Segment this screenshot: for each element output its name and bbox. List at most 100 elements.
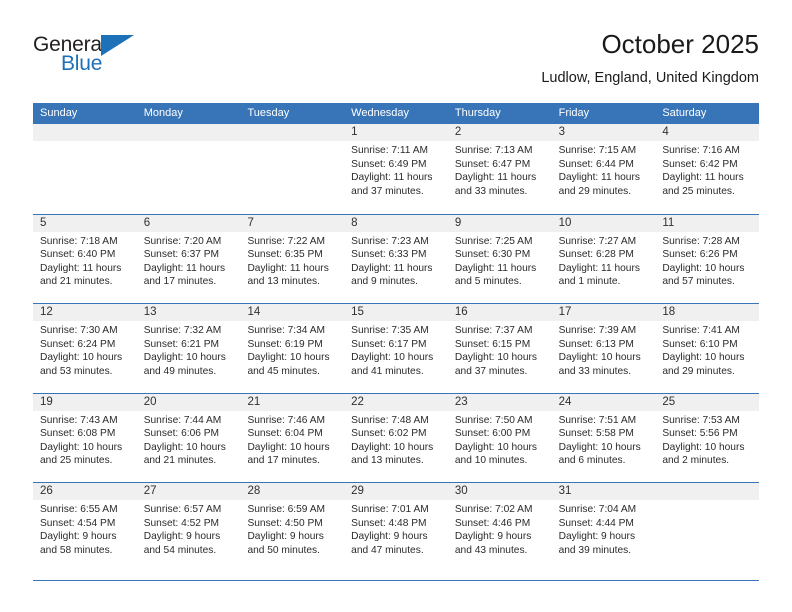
day-detail-line: and 13 minutes. xyxy=(247,276,320,288)
day-detail-line: and 25 minutes. xyxy=(40,455,113,467)
weekday-header-wednesday: Wednesday xyxy=(351,107,410,119)
day-detail-line: Sunrise: 7:46 AM xyxy=(247,414,326,426)
logo-text-blue: Blue xyxy=(61,52,103,75)
day-details: Sunrise: 7:15 AM Sunset: 6:44 PM Daylight:… xyxy=(552,141,656,198)
day-detail-line: Sunset: 6:19 PM xyxy=(247,338,323,350)
day-number: 18 xyxy=(655,304,760,321)
day-number: 10 xyxy=(551,214,656,232)
day-cell[interactable]: 16 Sunrise: 7:37 AM Sunset: 6:15 PM Dayligh… xyxy=(447,304,552,393)
weekday-header-tuesday: Tuesday xyxy=(247,107,290,119)
day-cell[interactable]: 23 Sunrise: 7:50 AM Sunset: 6:00 PM Dayligh… xyxy=(447,393,552,483)
day-cell[interactable]: 14 Sunrise: 7:34 AM Sunset: 6:19 PM Dayligh… xyxy=(240,304,345,393)
day-cell[interactable]: 20 Sunrise: 7:44 AM Sunset: 6:06 PM Dayligh… xyxy=(136,393,241,483)
day-number xyxy=(655,483,760,500)
day-cell[interactable]: 30 Sunrise: 7:02 AM Sunset: 4:46 PM Dayligh… xyxy=(447,483,552,572)
day-details: Sunrise: 7:28 AM Sunset: 6:26 PM Daylight:… xyxy=(655,232,759,289)
day-detail-line: Sunrise: 7:28 AM xyxy=(662,235,740,247)
day-detail-line: Sunset: 6:40 PM xyxy=(40,249,116,261)
day-cell[interactable]: 8 Sunrise: 7:23 AM Sunset: 6:33 PM Daylight… xyxy=(344,214,448,304)
day-cell[interactable]: 26 Sunrise: 6:55 AM Sunset: 4:54 PM Dayligh… xyxy=(33,483,137,572)
day-detail-line: Daylight: 10 hours xyxy=(662,352,745,364)
day-number: 11 xyxy=(655,214,760,232)
day-cell[interactable]: 31 Sunrise: 7:04 AM Sunset: 4:44 PM Dayligh… xyxy=(551,483,656,572)
day-detail-line: and 17 minutes. xyxy=(143,276,217,288)
weekday-header-row: Sunday Monday Tuesday Wednesday Thursday Frid… xyxy=(33,103,759,124)
day-detail-line: Sunrise: 7:37 AM xyxy=(454,325,533,336)
day-detail-line: Sunrise: 7:41 AM xyxy=(662,325,740,336)
day-detail-line: Daylight: 10 hours xyxy=(143,441,226,453)
day-detail-line: and 37 minutes. xyxy=(351,185,424,197)
day-number xyxy=(33,124,137,141)
day-detail-line: Sunrise: 7:30 AM xyxy=(40,325,118,336)
day-cell[interactable]: 5 Sunrise: 7:18 AM Sunset: 6:40 PM Daylight… xyxy=(33,214,137,304)
day-cell[interactable]: 24 Sunrise: 7:51 AM Sunset: 5:58 PM Dayligh… xyxy=(551,393,656,483)
day-cell[interactable]: 12 Sunrise: 7:30 AM Sunset: 6:24 PM Dayligh… xyxy=(33,304,137,393)
day-cell[interactable]: 2 Sunrise: 7:13 AM Sunset: 6:47 PM Daylight… xyxy=(447,124,552,214)
day-cell[interactable]: 10 Sunrise: 7:27 AM Sunset: 6:28 PM Dayligh… xyxy=(551,214,656,304)
day-cell[interactable]: 9 Sunrise: 7:25 AM Sunset: 6:30 PM Daylight… xyxy=(447,214,552,304)
day-number: 26 xyxy=(33,483,137,500)
day-cell[interactable]: 28 Sunrise: 6:59 AM Sunset: 4:50 PM Dayligh… xyxy=(240,483,345,572)
day-number: 4 xyxy=(655,124,760,141)
day-detail-line: Sunrise: 7:27 AM xyxy=(558,235,637,247)
day-cell[interactable]: 17 Sunrise: 7:39 AM Sunset: 6:13 PM Dayligh… xyxy=(551,304,656,393)
day-number: 7 xyxy=(240,214,345,232)
day-cell[interactable]: 13 Sunrise: 7:32 AM Sunset: 6:21 PM Dayligh… xyxy=(136,304,241,393)
day-cell[interactable]: 15 Sunrise: 7:35 AM Sunset: 6:17 PM Dayligh… xyxy=(344,304,448,393)
day-detail-line: Sunrise: 6:55 AM xyxy=(40,504,118,515)
day-detail-line: and 6 minutes. xyxy=(558,455,626,467)
day-number: 28 xyxy=(240,483,345,500)
day-cell[interactable]: 6 Sunrise: 7:20 AM Sunset: 6:37 PM Daylight… xyxy=(136,214,241,304)
day-details: Sunrise: 6:59 AM Sunset: 4:50 PM Daylight:… xyxy=(240,500,344,557)
day-number: 6 xyxy=(136,214,241,232)
day-detail-line: and 47 minutes. xyxy=(351,544,424,556)
day-detail-line: Sunset: 4:46 PM xyxy=(454,517,531,529)
day-details xyxy=(137,141,241,144)
day-number: 8 xyxy=(344,214,448,232)
day-detail-line: Sunrise: 7:32 AM xyxy=(143,325,222,336)
day-cell[interactable]: 11 Sunrise: 7:28 AM Sunset: 6:26 PM Dayligh… xyxy=(655,214,760,304)
day-details: Sunrise: 6:55 AM Sunset: 4:54 PM Daylight:… xyxy=(33,500,137,557)
day-cell[interactable]: 25 Sunrise: 7:53 AM Sunset: 5:56 PM Dayligh… xyxy=(655,393,760,483)
day-cell[interactable]: 19 Sunrise: 7:43 AM Sunset: 6:08 PM Dayligh… xyxy=(33,393,137,483)
day-detail-line: Sunset: 6:49 PM xyxy=(351,158,427,170)
day-detail-line: Sunrise: 7:11 AM xyxy=(351,145,428,156)
day-details: Sunrise: 7:41 AM Sunset: 6:10 PM Daylight:… xyxy=(655,321,759,378)
day-detail-line: Daylight: 11 hours xyxy=(662,172,744,184)
calendar-week-row: 19 Sunrise: 7:43 AM Sunset: 6:08 PM Dayligh… xyxy=(33,392,760,483)
day-cell[interactable]: 3 Sunrise: 7:15 AM Sunset: 6:44 PM Daylight… xyxy=(551,124,656,214)
day-detail-line: Sunrise: 7:15 AM xyxy=(558,145,637,156)
day-detail-line: Daylight: 11 hours xyxy=(558,172,640,184)
day-detail-line: Sunrise: 7:16 AM xyxy=(662,145,740,156)
day-cell[interactable]: 22 Sunrise: 7:48 AM Sunset: 6:02 PM Dayligh… xyxy=(344,393,448,483)
day-detail-line: Sunrise: 7:48 AM xyxy=(351,414,429,426)
day-number: 3 xyxy=(551,124,656,141)
day-detail-line: Sunrise: 6:57 AM xyxy=(143,504,222,515)
day-cell[interactable]: 27 Sunrise: 6:57 AM Sunset: 4:52 PM Dayligh… xyxy=(136,483,241,572)
day-cell-empty xyxy=(136,124,241,214)
day-number: 21 xyxy=(240,393,345,411)
day-number: 5 xyxy=(33,214,137,232)
day-cell[interactable]: 29 Sunrise: 7:01 AM Sunset: 4:48 PM Dayligh… xyxy=(344,483,448,572)
day-cell[interactable]: 21 Sunrise: 7:46 AM Sunset: 6:04 PM Dayligh… xyxy=(240,393,345,483)
day-details: Sunrise: 7:44 AM Sunset: 6:06 PM Daylight:… xyxy=(137,411,241,468)
day-details: Sunrise: 7:32 AM Sunset: 6:21 PM Daylight:… xyxy=(137,321,241,378)
day-detail-line: Sunset: 6:21 PM xyxy=(143,338,220,350)
day-detail-line: Sunrise: 7:13 AM xyxy=(454,145,533,156)
day-details: Sunrise: 7:27 AM Sunset: 6:28 PM Daylight:… xyxy=(552,232,656,289)
day-number: 2 xyxy=(447,124,552,141)
day-detail-line: Sunset: 4:48 PM xyxy=(351,517,427,529)
day-cell[interactable]: 18 Sunrise: 7:41 AM Sunset: 6:10 PM Dayligh… xyxy=(655,304,760,393)
day-number: 12 xyxy=(33,304,137,321)
calendar-weeks: 1 Sunrise: 7:11 AM Sunset: 6:49 PM Daylight… xyxy=(33,124,760,572)
title-block: October 2025 Ludlow, England, United Kin… xyxy=(541,28,759,88)
day-cell[interactable]: 1 Sunrise: 7:11 AM Sunset: 6:49 PM Daylight… xyxy=(344,124,448,214)
day-detail-line: Sunset: 6:24 PM xyxy=(40,338,116,350)
day-cell[interactable]: 7 Sunrise: 7:22 AM Sunset: 6:35 PM Daylight… xyxy=(240,214,345,304)
day-details: Sunrise: 7:39 AM Sunset: 6:13 PM Daylight:… xyxy=(552,321,656,378)
day-detail-line: and 49 minutes. xyxy=(143,365,217,377)
day-cell[interactable]: 4 Sunrise: 7:16 AM Sunset: 6:42 PM Daylight… xyxy=(655,124,760,214)
day-detail-line: and 10 minutes. xyxy=(454,455,528,467)
day-number xyxy=(136,124,241,141)
day-detail-line: Sunset: 6:13 PM xyxy=(558,338,634,350)
